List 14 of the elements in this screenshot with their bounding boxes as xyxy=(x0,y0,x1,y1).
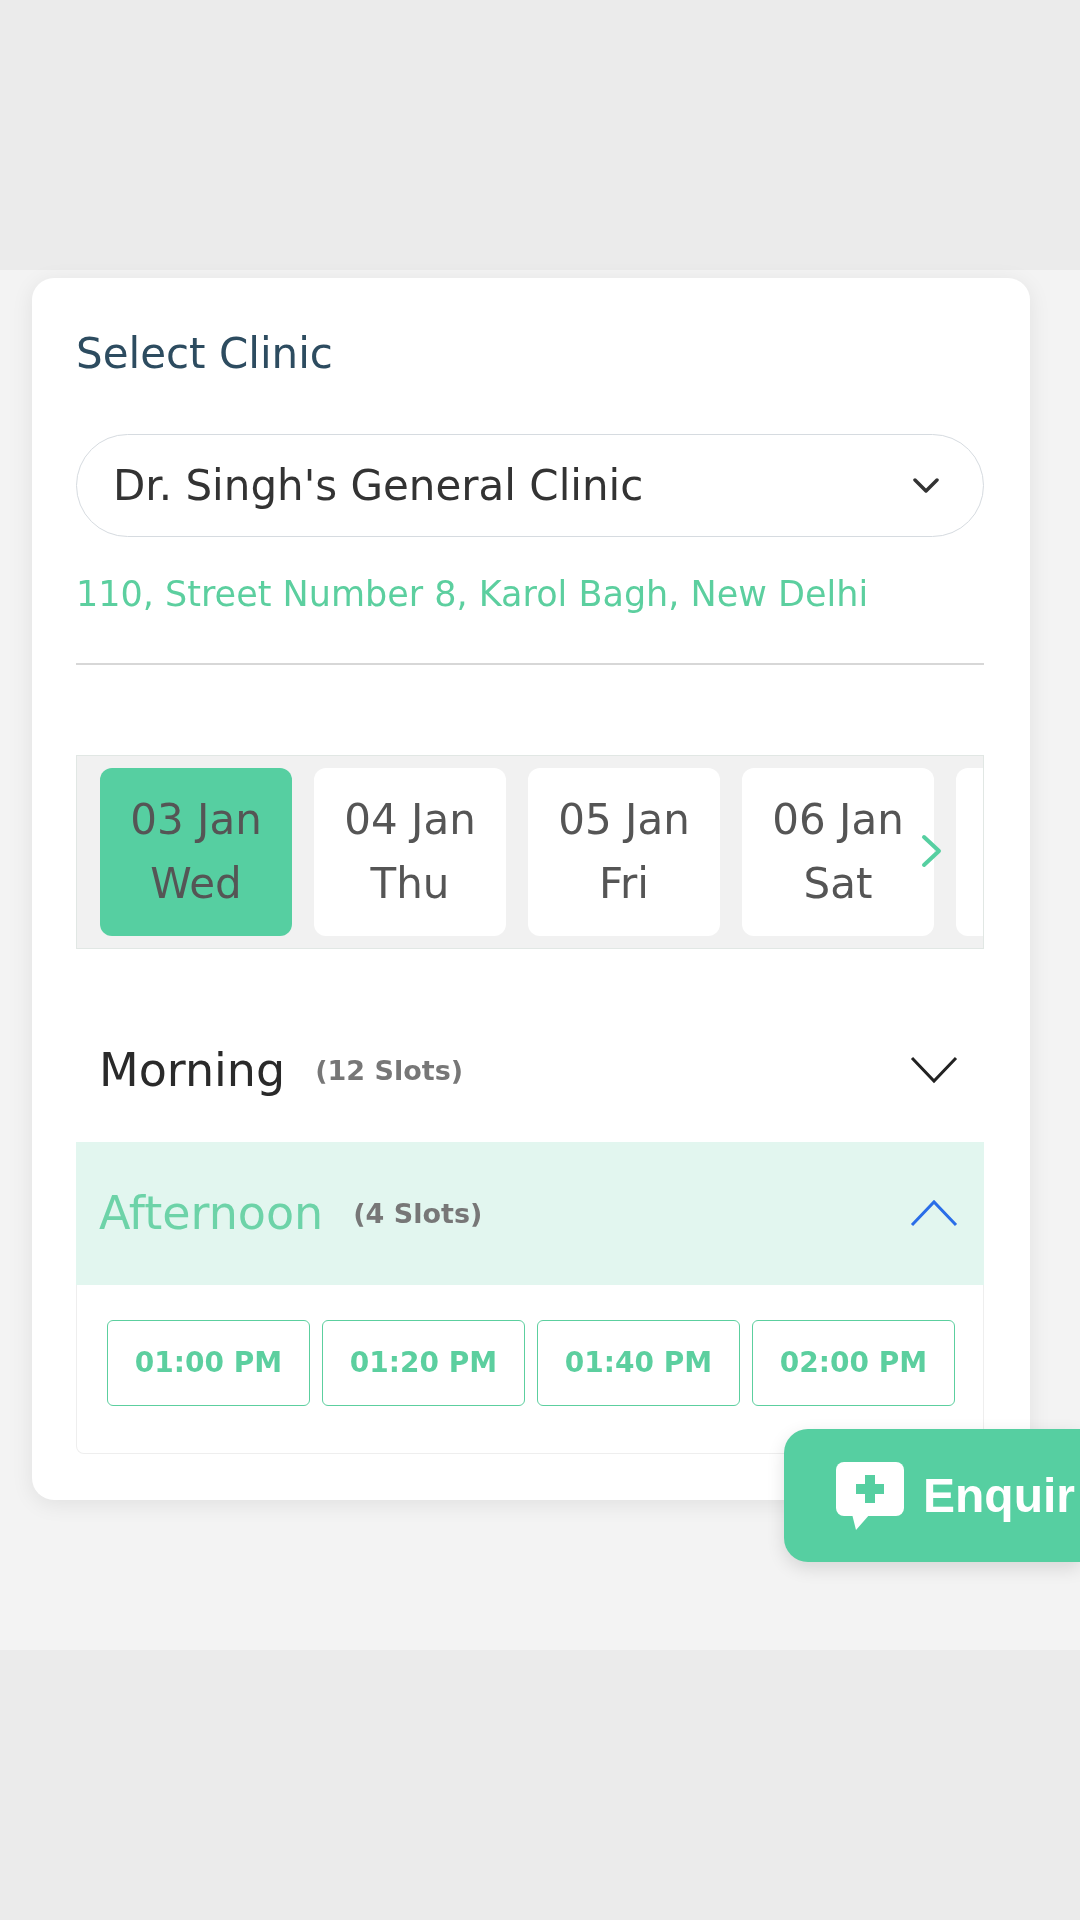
chat-plus-icon xyxy=(836,1461,904,1530)
select-clinic-label: Select Clinic xyxy=(76,328,334,380)
chevron-down-icon xyxy=(913,477,939,494)
clinic-dropdown[interactable]: Dr. Singh's General Clinic xyxy=(76,434,984,537)
date-card[interactable]: 03 Jan Wed xyxy=(100,767,292,936)
date-card[interactable]: 05 Jan Fri xyxy=(528,767,720,936)
date-card[interactable]: 06 Jan Sat xyxy=(742,767,934,936)
session-header[interactable]: Afternoon (4 Slots) xyxy=(76,1141,984,1285)
chevron-right-icon[interactable] xyxy=(921,833,943,868)
chevron-down-icon xyxy=(910,1055,958,1085)
session-header[interactable]: Morning (12 Slots) xyxy=(76,998,984,1142)
date-card[interactable]: 04 Jan Thu xyxy=(314,767,506,936)
chevron-up-icon xyxy=(910,1198,958,1228)
clinic-address: 110, Street Number 8, Karol Bagh, New Delhi xyxy=(76,573,870,615)
